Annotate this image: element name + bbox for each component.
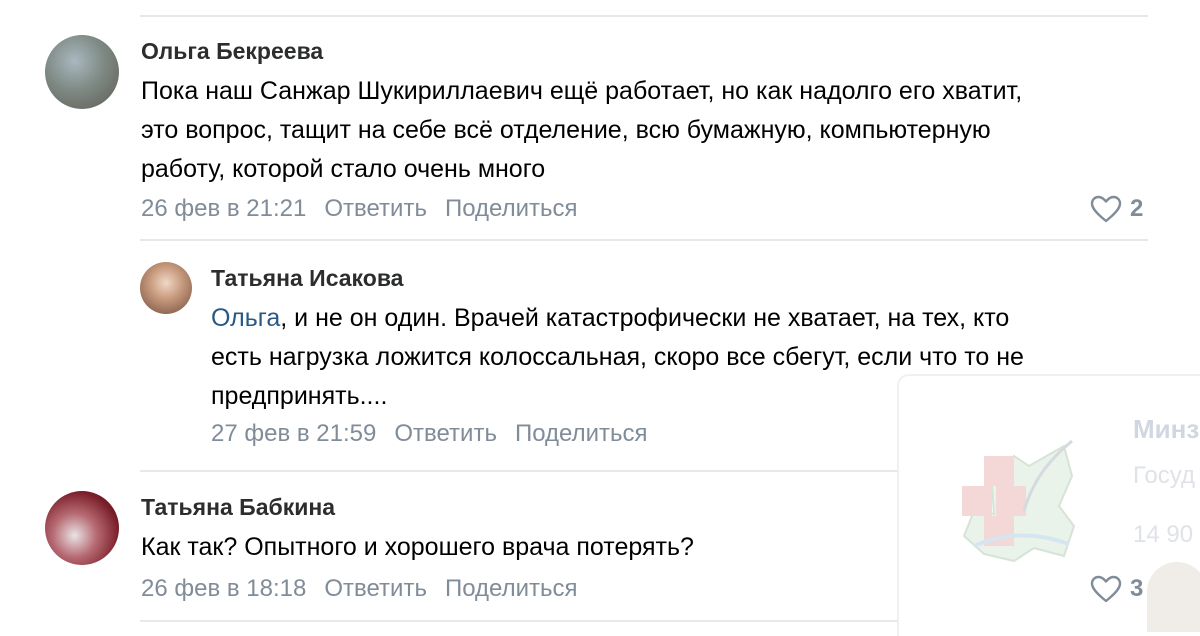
widget-count: 14 90 [1133,521,1194,548]
comment-line: предпринять.... [211,382,388,410]
mention-link[interactable]: Ольга [211,304,280,332]
community-widget[interactable]: Минз Госуд 14 90 [897,374,1200,636]
divider [140,620,900,622]
comment-date[interactable]: 26 фев в 21:21 [141,195,306,223]
avatar[interactable] [45,35,119,109]
like-count: 3 [1130,575,1144,602]
comment-meta: 26 фев в 21:21 Ответить Поделиться [141,195,595,223]
share-button[interactable]: Поделиться [445,575,578,603]
divider-top [140,15,1148,17]
comment-author[interactable]: Ольга Бекреева [141,38,323,65]
reply-button[interactable]: Ответить [394,420,497,448]
widget-title[interactable]: Минз [1133,414,1199,445]
comment-line: работу, которой стало очень много [141,155,546,183]
divider [140,470,900,472]
divider [140,239,1148,241]
comment-date[interactable]: 27 фев в 21:59 [211,420,376,448]
comment-author[interactable]: Татьяна Исакова [211,265,403,292]
ministry-logo-icon [962,439,1076,563]
comment-line: Как так? Опытного и хорошего врача потер… [141,533,694,561]
comment-line-rest: , и не он один. Врачей катастрофически н… [280,304,1010,332]
reply-button[interactable]: Ответить [324,575,427,603]
like-button[interactable]: 3 [1090,575,1143,603]
like-button[interactable]: 2 [1090,195,1143,223]
share-button[interactable]: Поделиться [445,195,578,223]
avatar[interactable] [45,491,119,565]
avatar[interactable] [140,262,192,314]
share-button[interactable]: Поделиться [515,420,648,448]
widget-subtitle: Госуд [1133,462,1195,489]
comment-meta: 27 фев в 21:59 Ответить Поделиться [211,420,665,448]
heart-icon [1090,575,1122,603]
comment-line: это вопрос, тащит на себе всё отделение,… [141,116,991,144]
heart-icon [1090,195,1122,223]
comment-line: есть нагрузка ложится колоссальная, скор… [211,343,1024,371]
reply-button[interactable]: Ответить [324,195,427,223]
comment-meta: 26 фев в 18:18 Ответить Поделиться [141,575,595,603]
widget-photo [1147,562,1200,632]
comment-author[interactable]: Татьяна Бабкина [141,494,335,521]
comment-line: Пока наш Санжар Шукириллаевич ещё работа… [141,77,1023,105]
comment-line: Ольга, и не он один. Врачей катастрофиче… [211,299,1009,338]
like-count: 2 [1130,195,1144,222]
comment-date[interactable]: 26 фев в 18:18 [141,575,306,603]
